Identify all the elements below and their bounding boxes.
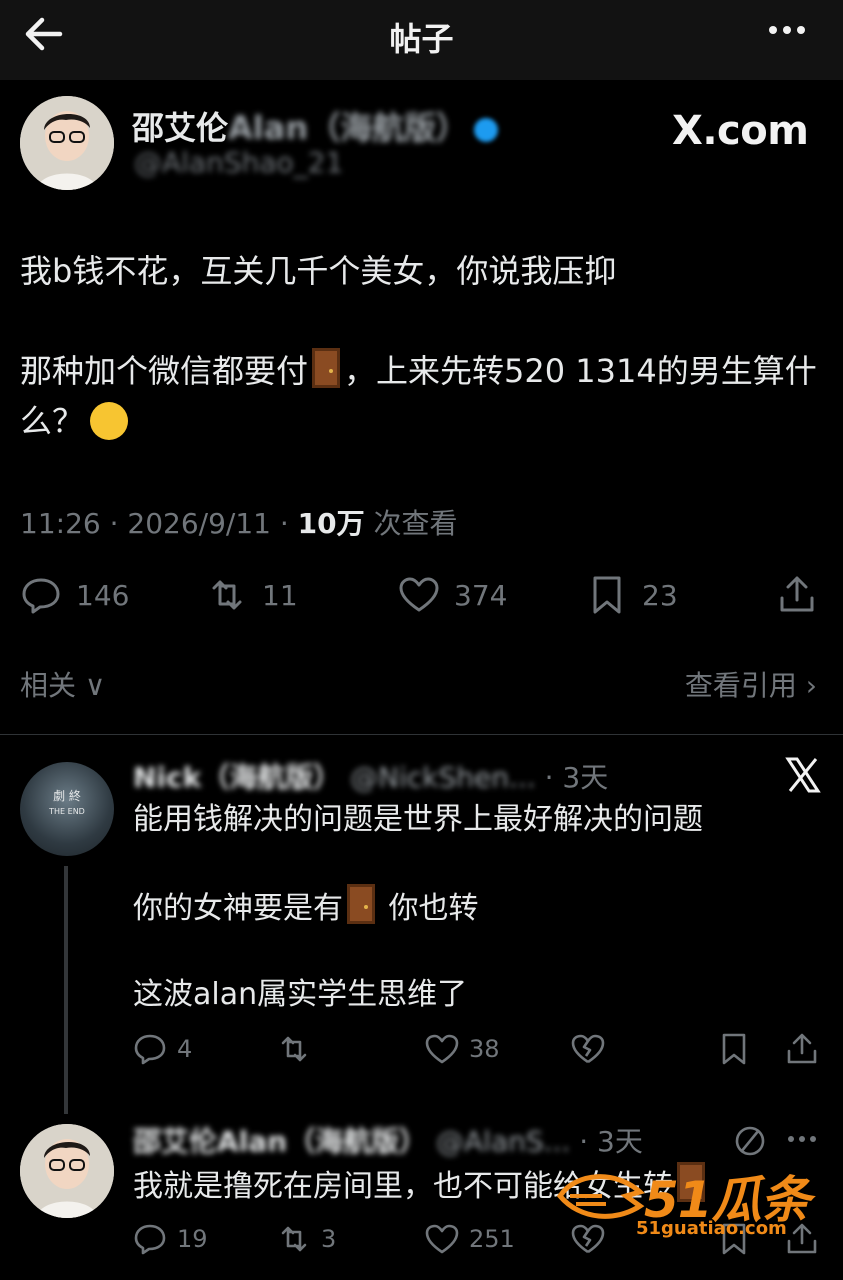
repost-icon <box>281 1036 307 1062</box>
reply-button[interactable]: 19 <box>133 1222 208 1256</box>
reply-author-name[interactable]: Nick（海航版） <box>133 761 341 794</box>
share-button[interactable] <box>785 1032 819 1066</box>
repost-button[interactable]: 11 <box>206 574 298 616</box>
share-icon <box>780 576 814 612</box>
repost-icon <box>212 580 242 610</box>
reply-body: 能用钱解决的问题是世界上最好解决的问题 你的女神要是有 你也转 这波alan属实… <box>133 802 703 1012</box>
post-meta: 11:26 · 2026/9/11 · 10万 次查看 <box>20 507 458 540</box>
post-paragraph-1: 我b钱不花，互关几千个美女，你说我压抑 <box>20 252 617 290</box>
bookmark-button[interactable] <box>717 1032 751 1066</box>
repost-icon <box>281 1226 307 1252</box>
reply-author-name[interactable]: 邵艾伦Alan（海航版） <box>133 1125 427 1158</box>
like-button[interactable]: 251 <box>425 1222 515 1256</box>
svg-text:劇 終: 劇 終 <box>53 788 81 803</box>
author-handle[interactable]: @AlanShao_21 <box>134 146 343 179</box>
fish-logo-icon <box>556 1174 645 1219</box>
repost-button[interactable]: 3 <box>277 1222 336 1256</box>
reply-header: 邵艾伦Alan（海航版） @AlanS... · 3天 <box>133 1125 643 1158</box>
heart-icon <box>425 1224 459 1254</box>
reply-header: Nick（海航版） @NickShen... · 3天 <box>133 761 609 794</box>
reply-icon <box>134 1224 166 1255</box>
heart-icon <box>399 577 439 612</box>
reply-actions: 4 38 <box>133 1032 823 1072</box>
like-button[interactable]: 374 <box>398 574 507 616</box>
reply-icon <box>134 1034 166 1065</box>
chevron-right-icon: › <box>796 669 817 702</box>
page-title: 帖子 <box>389 20 454 58</box>
broken-heart-icon <box>571 1034 605 1064</box>
related-toggle[interactable]: 相关 ∨ <box>20 664 105 704</box>
view-quotes-link[interactable]: 查看引用 › <box>685 664 817 704</box>
view-count: 10万 <box>297 507 365 540</box>
watermark-url: 51guatiao.com <box>636 1218 787 1239</box>
top-bar: 帖子 <box>0 0 843 80</box>
svg-text:THE END: THE END <box>48 807 85 816</box>
reply-button[interactable]: 146 <box>20 574 129 616</box>
broken-heart-button[interactable] <box>571 1032 605 1066</box>
heart-icon <box>425 1034 459 1064</box>
muted-icon[interactable] <box>733 1124 767 1158</box>
share-button[interactable] <box>776 574 818 616</box>
reply-avatar[interactable]: 劇 終 THE END <box>20 762 114 856</box>
reply-icon <box>22 578 60 614</box>
verified-icon <box>474 118 499 142</box>
divider <box>0 734 843 735</box>
post-actions: 146 11 374 23 <box>20 574 820 618</box>
thread-line <box>64 866 68 1114</box>
more-options-icon[interactable] <box>769 26 805 34</box>
bookmark-icon <box>722 1033 746 1065</box>
post-paragraph-2: 那种加个微信都要付 ，上来先转520 1314的男生算什么？ <box>20 346 820 446</box>
watermark: 51瓜条 51guatiao.com <box>556 1160 820 1244</box>
laughing-emoji-icon <box>90 402 129 440</box>
brand-label: X.com <box>672 108 809 154</box>
repost-button[interactable] <box>277 1032 321 1066</box>
author-avatar[interactable] <box>20 96 114 190</box>
author-name[interactable]: 邵艾伦Alan（海航版） <box>132 103 499 149</box>
like-button[interactable]: 38 <box>425 1032 500 1066</box>
post-body: 我b钱不花，互关几千个美女，你说我压抑 那种加个微信都要付 ，上来先转520 13… <box>20 246 820 446</box>
bookmark-icon <box>593 576 621 614</box>
share-icon <box>787 1033 817 1064</box>
x-logo-icon <box>785 757 821 793</box>
reply-avatar[interactable] <box>20 1124 114 1218</box>
door-emoji-icon <box>347 884 375 924</box>
chevron-down-icon: ∨ <box>76 669 106 702</box>
reply-button[interactable]: 4 <box>133 1032 192 1066</box>
more-options-icon[interactable] <box>788 1136 816 1142</box>
bookmark-button[interactable]: 23 <box>586 574 678 616</box>
door-emoji-icon <box>312 348 341 388</box>
